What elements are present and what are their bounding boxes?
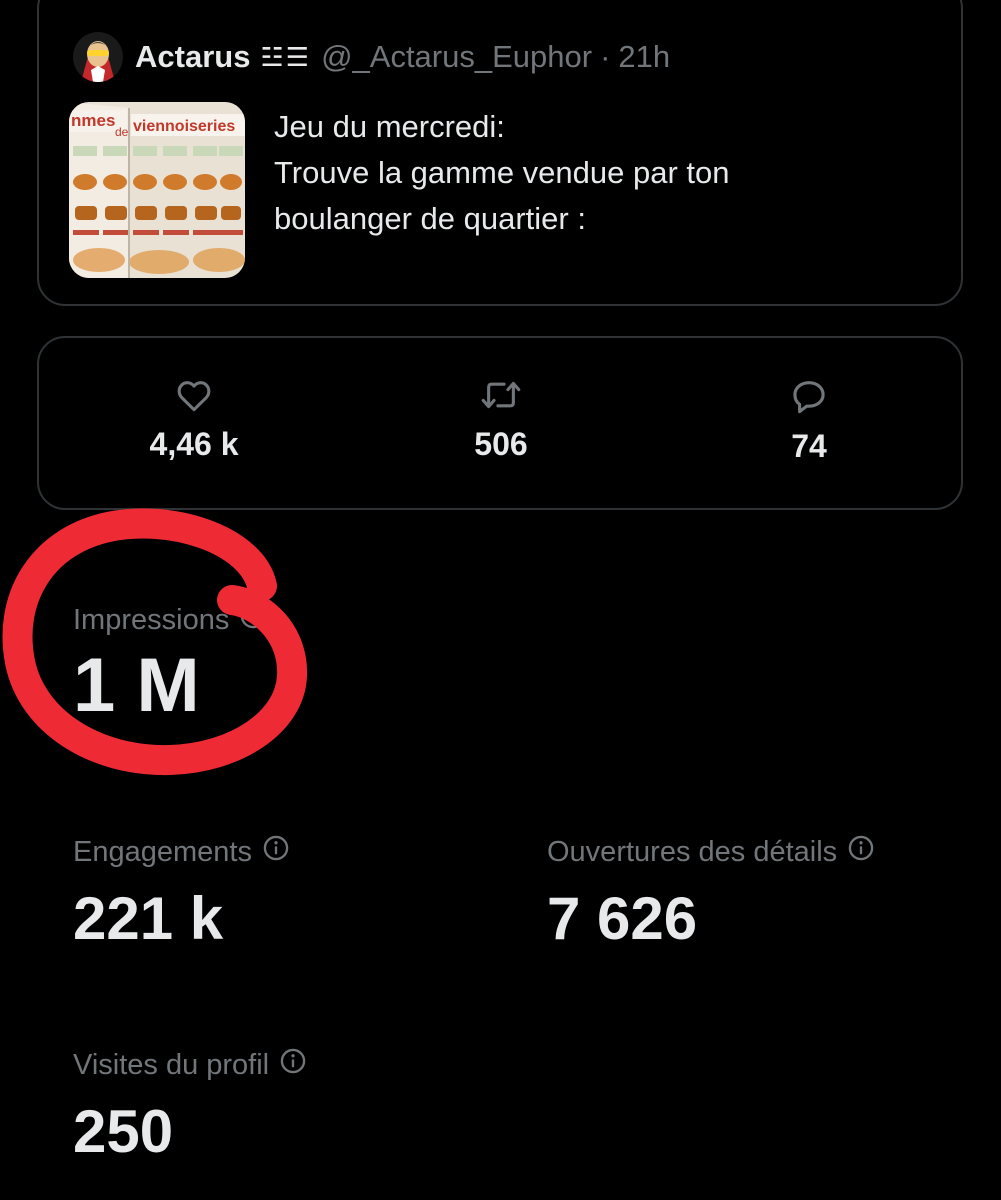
detail-opens-metric: Ouvertures des détails 7 626	[547, 834, 875, 953]
tweet-media-thumbnail[interactable]: nmes de viennoiseries	[69, 102, 245, 278]
reply-stat[interactable]: 74	[709, 378, 909, 465]
info-icon[interactable]	[239, 602, 267, 638]
engagement-stats-card: 4,46 k 506 74	[37, 336, 963, 510]
author-badge-icon: ☳☰	[260, 41, 312, 72]
retweet-stat[interactable]: 506	[401, 378, 601, 463]
profile-visits-label-row: Visites du profil	[73, 1047, 307, 1083]
impressions-label-row: Impressions	[73, 602, 267, 638]
info-icon[interactable]	[262, 834, 290, 870]
reply-icon	[790, 378, 828, 414]
engagements-label-row: Engagements	[73, 834, 290, 870]
author-handle[interactable]: @_Actarus_Euphor	[321, 39, 592, 75]
post-analytics-page: Actarus ☳☰ @_Actarus_Euphor · 21h nmes d…	[0, 0, 1001, 1200]
retweet-count: 506	[474, 426, 528, 462]
thumbnail-word-1: nmes	[71, 111, 115, 130]
like-stat[interactable]: 4,46 k	[94, 378, 294, 463]
info-icon[interactable]	[847, 834, 875, 870]
detail-opens-label-row: Ouvertures des détails	[547, 834, 875, 870]
retweet-icon	[480, 378, 522, 412]
engagements-metric: Engagements 221 k	[73, 834, 290, 953]
profile-visits-value: 250	[73, 1098, 174, 1165]
tweet-timestamp: 21h	[618, 39, 671, 74]
tweet-preview-card[interactable]: Actarus ☳☰ @_Actarus_Euphor · 21h nmes d…	[37, 0, 963, 306]
like-count: 4,46 k	[149, 426, 239, 462]
avatar[interactable]	[73, 32, 123, 82]
detail-opens-label: Ouvertures des détails	[547, 835, 838, 868]
detail-opens-value: 7 626	[547, 885, 698, 952]
thumbnail-word-2: de	[115, 125, 129, 139]
reply-count: 74	[791, 428, 827, 464]
heart-icon	[175, 378, 213, 412]
engagements-label: Engagements	[73, 835, 252, 868]
engagements-value: 221 k	[73, 885, 224, 952]
impressions-label: Impressions	[73, 603, 230, 636]
tweet-text-line: Trouve la gamme vendue par ton	[274, 155, 730, 190]
profile-visits-label: Visites du profil	[73, 1048, 270, 1081]
thumbnail-word-3: viennoiseries	[133, 118, 235, 135]
separator-dot: ·	[600, 39, 611, 74]
impressions-value: 1 M	[73, 643, 200, 728]
author-name[interactable]: Actarus	[135, 39, 250, 75]
tweet-text-line: boulanger de quartier :	[274, 201, 586, 236]
tweet-header: Actarus ☳☰ @_Actarus_Euphor · 21h	[73, 32, 670, 82]
info-icon[interactable]	[279, 1047, 307, 1083]
impressions-metric: Impressions 1 M	[73, 602, 267, 729]
tweet-text: Jeu du mercredi: Trouve la gamme vendue …	[274, 104, 894, 242]
tweet-text-line: Jeu du mercredi:	[274, 109, 505, 144]
profile-visits-metric: Visites du profil 250	[73, 1047, 307, 1166]
